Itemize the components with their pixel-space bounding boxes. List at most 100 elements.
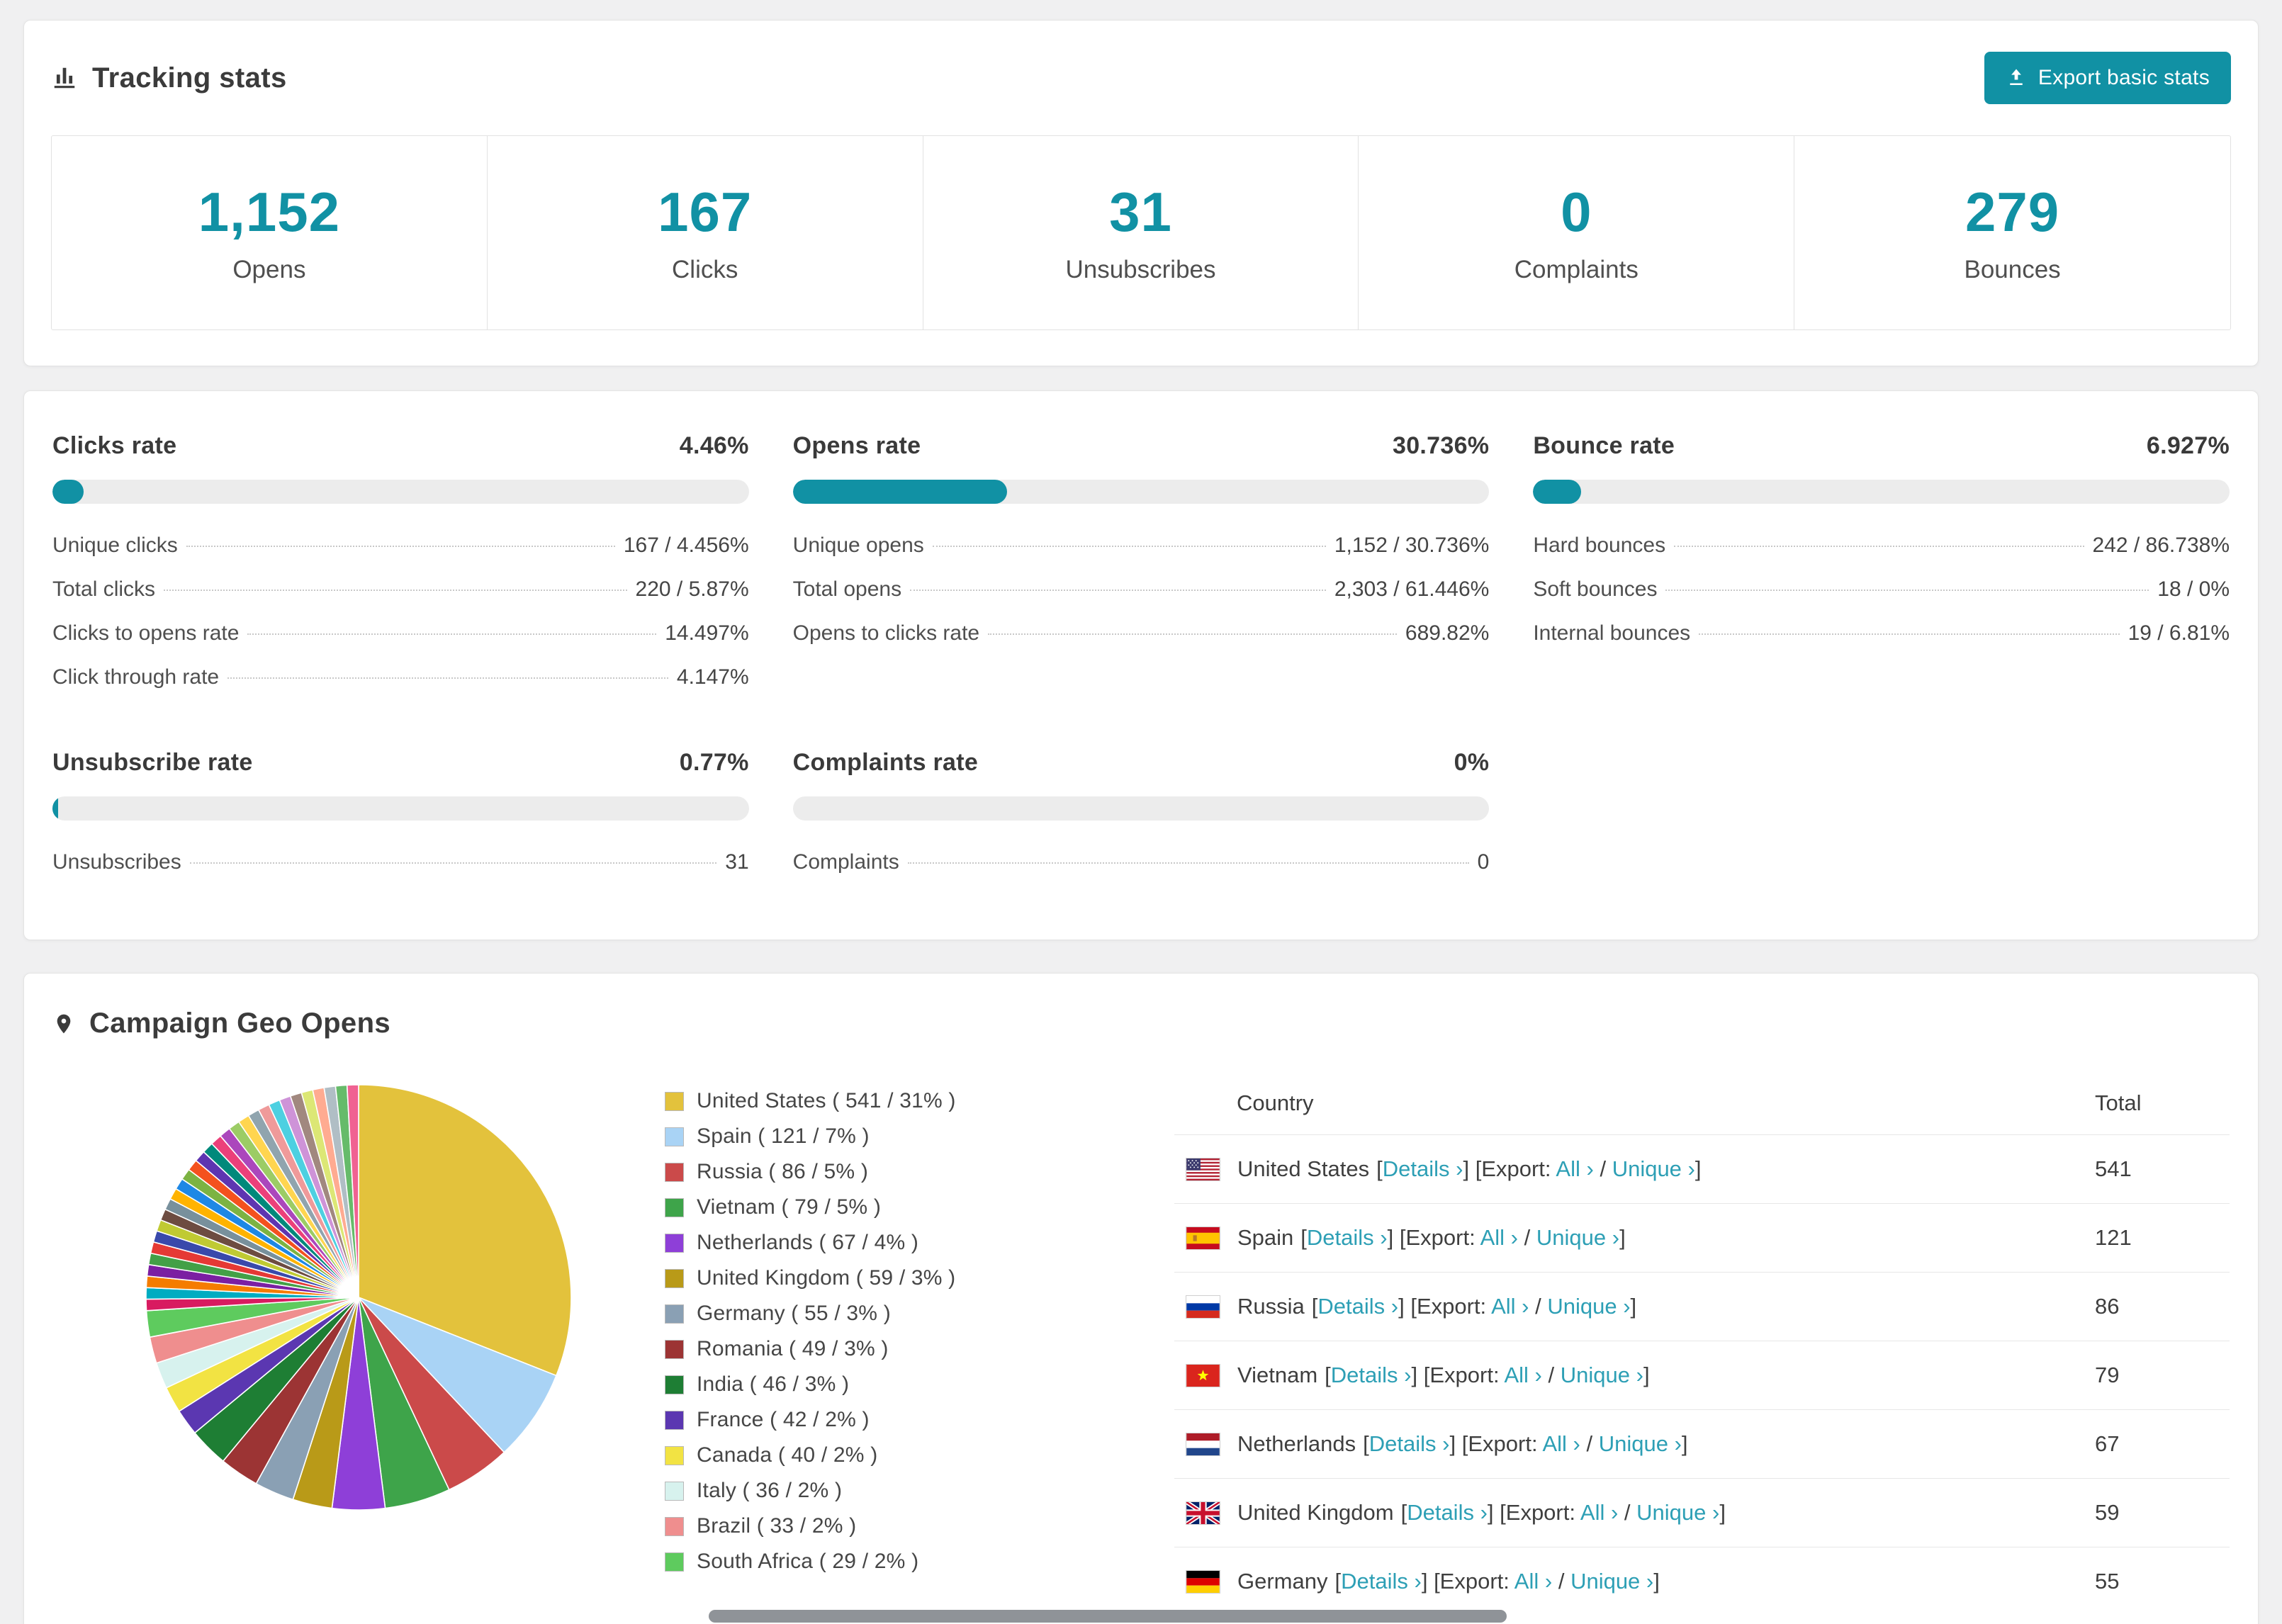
stat-row-label: Click through rate [52, 665, 220, 689]
horizontal-scrollbar[interactable] [709, 1610, 1507, 1623]
details-link[interactable]: Details › [1331, 1363, 1412, 1387]
rate-percentage: 0% [1454, 749, 1490, 776]
export-label: [Export: [1461, 1431, 1538, 1456]
stat-row: Total clicks 220 / 5.87% [52, 577, 749, 602]
stat-row-value: 19 / 6.81% [2128, 621, 2230, 645]
legend-item: Italy ( 36 / 2% ) [665, 1479, 1090, 1503]
bracket: ] [1398, 1294, 1405, 1319]
export-all-link[interactable]: All › [1491, 1294, 1529, 1319]
export-all-link[interactable]: All › [1514, 1569, 1552, 1594]
stat-row: Clicks to opens rate 14.497% [52, 621, 749, 645]
legend-label: India ( 46 / 3% ) [697, 1372, 850, 1396]
country-name: Spain [1237, 1225, 1294, 1250]
stat-row-value: 689.82% [1405, 621, 1490, 645]
legend-item: Romania ( 49 / 3% ) [665, 1337, 1090, 1361]
export-all-link[interactable]: All › [1542, 1431, 1580, 1456]
stat-box-clicks: 167 Clicks [488, 136, 923, 329]
total-column-header: Total [2095, 1090, 2142, 1115]
stat-row-label: Unsubscribes [52, 850, 181, 874]
stat-row-value: 220 / 5.87% [635, 577, 749, 601]
stat-row: Unique clicks 167 / 4.456% [52, 534, 749, 558]
country-total: 59 [2095, 1500, 2120, 1525]
geo-table-row: United States [Details ›] [Export: All ›… [1174, 1134, 2230, 1203]
export-unique-link[interactable]: Unique › [1570, 1569, 1653, 1594]
stat-row-label: Opens to clicks rate [792, 621, 980, 645]
rates-card: Clicks rate 4.46% Unique clicks 167 / 4.4… [23, 390, 2259, 940]
legend-label: Italy ( 36 / 2% ) [697, 1479, 843, 1502]
legend-item: Germany ( 55 / 3% ) [665, 1302, 1090, 1326]
export-all-link[interactable]: All › [1556, 1156, 1593, 1181]
rate-percentage: 30.736% [1393, 432, 1490, 459]
rate-title: Bounce rate [1533, 432, 1675, 459]
export-unique-link[interactable]: Unique › [1612, 1156, 1695, 1181]
stat-value: 31 [1109, 181, 1172, 243]
legend-label: Romania ( 49 / 3% ) [697, 1337, 889, 1360]
export-label: [Export: [1423, 1363, 1500, 1387]
legend-swatch [665, 1445, 684, 1465]
rate-percentage: 4.46% [679, 432, 749, 459]
bracket: ] [1653, 1569, 1660, 1594]
rate-title: Complaints rate [792, 749, 979, 776]
details-link[interactable]: Details › [1383, 1156, 1463, 1181]
progress-bar [1533, 480, 2230, 504]
flag-spain-icon [1186, 1226, 1220, 1250]
geo-header: Campaign Geo Opens [52, 1008, 2230, 1039]
dotted-leader [186, 546, 615, 547]
details-link[interactable]: Details › [1317, 1294, 1398, 1319]
legend-item: South Africa ( 29 / 2% ) [665, 1550, 1090, 1574]
details-link[interactable]: Details › [1407, 1500, 1488, 1525]
stat-row-value: 1,152 / 30.736% [1334, 534, 1490, 557]
stat-row-label: Clicks to opens rate [52, 621, 240, 645]
legend-swatch [665, 1197, 684, 1217]
export-all-link[interactable]: All › [1580, 1500, 1618, 1525]
stat-label: Unsubscribes [1065, 256, 1216, 283]
bar-chart-icon [51, 64, 78, 91]
rate-percentage: 6.927% [2146, 432, 2230, 459]
export-unique-link[interactable]: Unique › [1536, 1225, 1619, 1250]
stat-row-value: 31 [725, 850, 749, 874]
stat-box-complaints: 0 Complaints [1359, 136, 1795, 329]
progress-bar [52, 480, 749, 504]
country-total: 79 [2095, 1363, 2120, 1387]
details-link[interactable]: Details › [1369, 1431, 1450, 1456]
export-all-link[interactable]: All › [1504, 1363, 1541, 1387]
bracket: ] [1694, 1156, 1702, 1181]
stat-row: Total opens 2,303 / 61.446% [793, 577, 1490, 602]
legend-label: Vietnam ( 79 / 5% ) [697, 1195, 882, 1219]
export-unique-link[interactable]: Unique › [1561, 1363, 1643, 1387]
geo-content: United States ( 541 / 31% ) Spain ( 121 /… [52, 1081, 2230, 1615]
flag-vietnam-icon [1186, 1363, 1220, 1387]
legend-label: South Africa ( 29 / 2% ) [697, 1550, 919, 1573]
stat-row: Opens to clicks rate 689.82% [793, 621, 1490, 645]
slash: / [1600, 1156, 1607, 1181]
export-unique-link[interactable]: Unique › [1547, 1294, 1630, 1319]
details-link[interactable]: Details › [1307, 1225, 1388, 1250]
legend-item: Netherlands ( 67 / 4% ) [665, 1231, 1090, 1255]
bracket: ] [1719, 1500, 1726, 1525]
bracket: ] [1630, 1294, 1637, 1319]
legend-swatch [665, 1091, 684, 1111]
dotted-leader [1699, 633, 2120, 635]
legend-swatch [665, 1127, 684, 1146]
geo-table-row: Germany [Details ›] [Export: All › / Uni… [1174, 1547, 2230, 1615]
stat-value: 1,152 [198, 181, 340, 243]
export-basic-stats-button[interactable]: Export basic stats [1984, 52, 2231, 104]
stat-row-label: Complaints [792, 850, 899, 874]
rate-block-complaints-rate: Complaints rate 0% Complaints 0 [792, 749, 1490, 874]
stat-row-value: 2,303 / 61.446% [1334, 577, 1490, 601]
geo-table-row: Russia [Details ›] [Export: All › / Uniq… [1174, 1272, 2230, 1341]
stat-box-opens: 1,152 Opens [52, 136, 488, 329]
dotted-leader [910, 590, 1326, 591]
slash: / [1535, 1294, 1541, 1319]
export-all-link[interactable]: All › [1480, 1225, 1518, 1250]
export-unique-link[interactable]: Unique › [1636, 1500, 1719, 1525]
dotted-leader [907, 862, 1469, 864]
legend-swatch [665, 1516, 684, 1536]
flag-germany-icon [1186, 1569, 1220, 1594]
legend-swatch [665, 1268, 684, 1288]
export-unique-link[interactable]: Unique › [1599, 1431, 1682, 1456]
stat-row: Unsubscribes 31 [52, 850, 749, 874]
stat-value: 167 [658, 181, 753, 243]
geo-table: Country Total United States [Details ›] … [1174, 1081, 2230, 1615]
details-link[interactable]: Details › [1341, 1569, 1422, 1594]
